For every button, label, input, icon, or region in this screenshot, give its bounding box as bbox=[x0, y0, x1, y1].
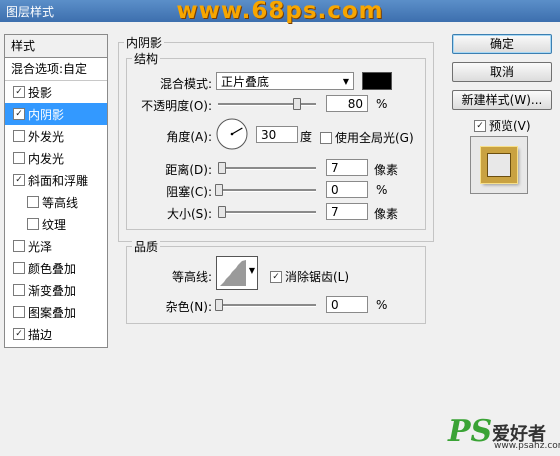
angle-input[interactable]: 30 bbox=[256, 126, 298, 143]
style-item-checkbox[interactable] bbox=[27, 196, 39, 208]
style-item-checkbox[interactable] bbox=[13, 240, 25, 252]
style-item[interactable]: 光泽 bbox=[5, 235, 107, 257]
style-item-label: 光泽 bbox=[28, 239, 53, 254]
contour-label: 等高线: bbox=[171, 270, 212, 284]
frame-preview-icon bbox=[481, 147, 517, 183]
ok-button[interactable]: 确定 bbox=[452, 34, 552, 54]
style-item-label: 纹理 bbox=[42, 217, 67, 232]
watermark-text: www.68ps.com bbox=[176, 0, 384, 24]
style-item-label: 等高线 bbox=[42, 195, 79, 210]
style-item[interactable]: ✓ 内阴影 bbox=[5, 103, 107, 125]
choke-slider[interactable] bbox=[215, 184, 316, 196]
chevron-down-icon: ▼ bbox=[342, 77, 349, 86]
distance-slider-thumb[interactable] bbox=[217, 162, 226, 174]
blend-options-item[interactable]: 混合选项:自定 bbox=[5, 58, 107, 81]
opacity-label: 不透明度(O): bbox=[141, 99, 212, 113]
style-item[interactable]: 等高线 bbox=[5, 191, 107, 213]
brand-ps: PS bbox=[448, 414, 493, 449]
choke-label: 阻塞(C): bbox=[166, 185, 212, 199]
style-item-label: 颜色叠加 bbox=[28, 261, 77, 276]
contour-picker[interactable]: ▼ bbox=[216, 256, 258, 290]
size-input[interactable]: 7 bbox=[326, 203, 368, 220]
style-item-label: 渐变叠加 bbox=[28, 283, 77, 298]
style-item-label: 内阴影 bbox=[28, 107, 65, 122]
distance-slider[interactable] bbox=[217, 162, 316, 174]
noise-label: 杂色(N): bbox=[165, 300, 212, 314]
preview-option[interactable]: ✓ 预览(V) bbox=[474, 117, 531, 134]
style-item-label: 投影 bbox=[28, 85, 53, 100]
opacity-unit: % bbox=[376, 97, 388, 111]
style-item-label: 内发光 bbox=[28, 151, 65, 166]
noise-slider[interactable] bbox=[215, 299, 316, 311]
style-list: 样式 混合选项:自定 ✓ 投影 ✓ 内阴影 外发光 内发光 ✓ 斜面和浮雕 等高线 纹理 光泽 颜色叠… bbox=[4, 34, 108, 348]
size-unit: 像素 bbox=[374, 207, 399, 221]
cancel-button[interactable]: 取消 bbox=[452, 62, 552, 82]
quality-title: 品质 bbox=[132, 238, 161, 255]
preview-label: 预览(V) bbox=[489, 119, 531, 133]
style-item[interactable]: ✓ 描边 bbox=[5, 323, 107, 345]
style-item-label: 描边 bbox=[28, 327, 53, 342]
size-label: 大小(S): bbox=[166, 207, 212, 221]
style-item-label: 斜面和浮雕 bbox=[28, 173, 89, 188]
style-item[interactable]: 图案叠加 bbox=[5, 301, 107, 323]
opacity-slider-thumb[interactable] bbox=[293, 98, 302, 110]
distance-input[interactable]: 7 bbox=[326, 159, 368, 176]
noise-unit: % bbox=[376, 298, 388, 312]
style-item[interactable]: 纹理 bbox=[5, 213, 107, 235]
style-item[interactable]: 内发光 bbox=[5, 147, 107, 169]
distance-unit: 像素 bbox=[374, 163, 399, 177]
opacity-input[interactable]: 80 bbox=[326, 95, 368, 112]
noise-input[interactable]: 0 bbox=[326, 296, 368, 313]
blend-mode-value: 正片叠底 bbox=[221, 75, 270, 89]
styles-header[interactable]: 样式 bbox=[5, 35, 107, 58]
style-item-checkbox[interactable] bbox=[13, 130, 25, 142]
style-item-checkbox[interactable] bbox=[27, 218, 39, 230]
antialias-label: 消除锯齿(L) bbox=[285, 270, 350, 284]
style-item-checkbox[interactable]: ✓ bbox=[13, 86, 25, 98]
choke-unit: % bbox=[376, 183, 388, 197]
choke-input[interactable]: 0 bbox=[326, 181, 368, 198]
global-light-label: 使用全局光(G) bbox=[335, 131, 414, 145]
contour-preview-icon bbox=[220, 260, 246, 286]
inner-shadow-panel: 内阴影 结构 混合模式: 正片叠底 ▼ 不透明度(O): 80 % 角度(A):… bbox=[118, 34, 434, 336]
size-slider-thumb[interactable] bbox=[217, 206, 226, 218]
style-item-checkbox[interactable] bbox=[13, 306, 25, 318]
angle-label: 角度(A): bbox=[166, 130, 212, 144]
brand-logo: PS 爱好者 www.psahz.com bbox=[448, 414, 560, 454]
noise-slider-thumb[interactable] bbox=[215, 299, 223, 311]
blend-mode-label: 混合模式: bbox=[159, 77, 212, 91]
chevron-down-icon[interactable]: ▼ bbox=[249, 266, 255, 275]
style-item[interactable]: ✓ 投影 bbox=[5, 81, 107, 103]
structure-title: 结构 bbox=[132, 50, 161, 67]
global-light-option[interactable]: 使用全局光(G) bbox=[320, 129, 414, 146]
shadow-color-swatch[interactable] bbox=[362, 72, 392, 90]
angle-dial[interactable] bbox=[214, 116, 250, 152]
style-preview bbox=[470, 136, 528, 194]
size-slider[interactable] bbox=[217, 206, 316, 218]
style-item[interactable]: 渐变叠加 bbox=[5, 279, 107, 301]
style-item[interactable]: 外发光 bbox=[5, 125, 107, 147]
brand-url: www.psahz.com bbox=[494, 441, 560, 451]
style-item-label: 外发光 bbox=[28, 129, 65, 144]
opacity-slider[interactable] bbox=[218, 98, 316, 110]
style-item-checkbox[interactable] bbox=[13, 284, 25, 296]
antialias-option[interactable]: ✓ 消除锯齿(L) bbox=[270, 268, 349, 285]
choke-slider-thumb[interactable] bbox=[215, 184, 223, 196]
style-item-checkbox[interactable] bbox=[13, 152, 25, 164]
style-item[interactable]: ✓ 斜面和浮雕 bbox=[5, 169, 107, 191]
style-item-checkbox[interactable]: ✓ bbox=[13, 328, 25, 340]
global-light-checkbox[interactable] bbox=[320, 131, 332, 144]
blend-mode-select[interactable]: 正片叠底 ▼ bbox=[216, 72, 354, 90]
style-item[interactable]: 颜色叠加 bbox=[5, 257, 107, 279]
new-style-button[interactable]: 新建样式(W)... bbox=[452, 90, 552, 110]
style-item-label: 图案叠加 bbox=[28, 305, 77, 320]
style-item-checkbox[interactable]: ✓ bbox=[13, 108, 25, 120]
style-item-checkbox[interactable] bbox=[13, 262, 25, 274]
antialias-checkbox[interactable]: ✓ bbox=[270, 270, 282, 283]
inner-shadow-title: 内阴影 bbox=[124, 34, 165, 51]
style-item-checkbox[interactable]: ✓ bbox=[13, 174, 25, 186]
distance-label: 距离(D): bbox=[165, 163, 212, 177]
angle-unit: 度 bbox=[300, 130, 313, 144]
preview-checkbox[interactable]: ✓ bbox=[474, 119, 486, 132]
